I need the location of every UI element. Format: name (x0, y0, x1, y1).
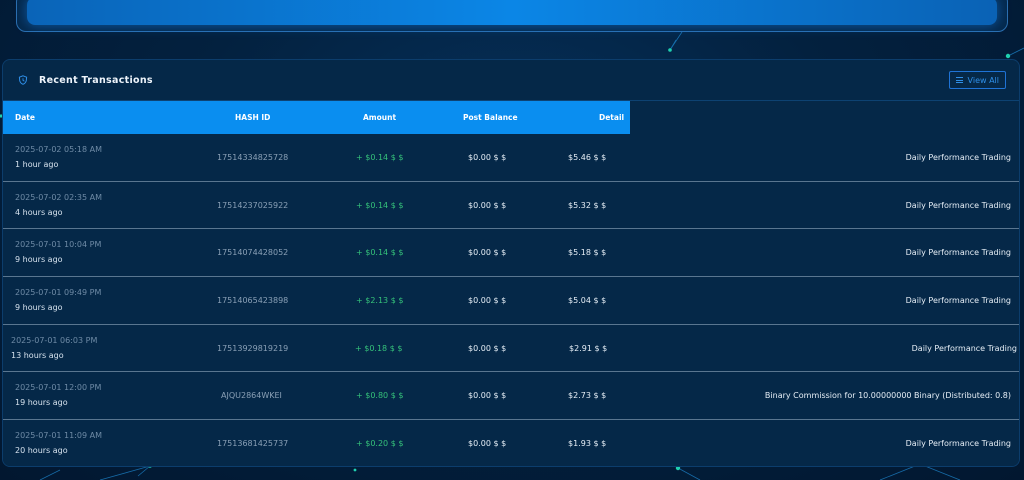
row-amount: + $0.80 $ $ (356, 391, 404, 401)
row-post-balance: $0.00 $ $ (468, 439, 507, 449)
row-date: 2025-07-02 02:35 AM (15, 192, 103, 202)
row-post-balance: $0.00 $ $ (468, 248, 507, 258)
row-detail: Binary Commission for 10.00000000 Binary… (764, 391, 1011, 401)
row-post-balance: $0.00 $ $ (468, 153, 507, 162)
page: Recent Transactions View All Date HASH I… (0, 0, 1024, 480)
row-detail: Daily Performance Trading (905, 153, 1011, 162)
row-ago: 1 hour ago (15, 160, 59, 169)
row-ago: 9 hours ago (15, 303, 63, 313)
view-all-label: View All (967, 75, 999, 85)
table-row: 2025-07-02 05:18 AM 1 hour ago 175143348… (3, 134, 1019, 182)
row-amount: + $0.14 $ $ (356, 248, 404, 258)
row-detail: Daily Performance Trading (905, 296, 1011, 306)
row-hash-id: 17513681425737 (217, 439, 289, 449)
row-post-balance: $0.00 $ $ (468, 391, 507, 401)
header-date: Date (15, 113, 35, 122)
top-banner-card (16, 0, 1008, 32)
table-row: 2025-07-01 11:09 AM 20 hours ago 1751368… (3, 420, 1019, 466)
row-hash-id: 17514237025922 (217, 200, 289, 210)
top-banner-gradient (27, 0, 997, 25)
row-hash-id: 17514074428052 (217, 248, 289, 258)
row-amount: + $0.14 $ $ (356, 200, 404, 210)
header-detail: Detail (599, 113, 625, 122)
row-ago: 9 hours ago (15, 255, 63, 265)
table-row: 2025-07-01 12:00 PM 19 hours ago AJQU286… (3, 372, 1019, 421)
row-ago: 4 hours ago (15, 207, 63, 217)
table-row: 2025-07-02 02:35 AM 4 hours ago 17514237… (3, 181, 1019, 230)
row-balance: $5.18 $ $ (568, 248, 607, 258)
table-row: 2025-07-01 06:03 PM 13 hours ago 1751392… (3, 324, 1019, 373)
recent-transactions-card: Recent Transactions View All Date HASH I… (2, 59, 1020, 467)
row-detail: Daily Performance Trading (905, 248, 1011, 258)
row-amount: + $0.18 $ $ (355, 343, 403, 353)
row-date: 2025-07-01 11:09 AM (15, 431, 103, 441)
table-row: 2025-07-01 09:49 PM 9 hours ago 17514065… (3, 277, 1019, 325)
header-amount: Amount (363, 113, 397, 122)
row-amount: + $2.13 $ $ (356, 296, 404, 306)
row-ago: 19 hours ago (15, 398, 68, 408)
row-detail: Daily Performance Trading (905, 200, 1011, 210)
row-detail: Daily Performance Trading (905, 439, 1011, 449)
row-date: 2025-07-02 05:18 AM (15, 145, 103, 154)
shield-clock-icon (17, 74, 29, 86)
card-title: Recent Transactions (39, 74, 153, 86)
row-balance: $5.46 $ $ (568, 153, 607, 162)
row-date: 2025-07-01 10:04 PM (15, 240, 102, 250)
header-post-balance: Post Balance (463, 113, 518, 122)
list-lines-icon (955, 77, 963, 83)
table-header: Date HASH ID Amount Post Balance Detail (3, 101, 630, 134)
row-balance: $5.32 $ $ (568, 200, 607, 210)
row-hash-id: 17514334825728 (217, 153, 289, 162)
row-hash-id: AJQU2864WKEI (221, 391, 282, 401)
row-amount: + $0.14 $ $ (356, 153, 404, 162)
row-hash-id: 17513929819219 (217, 343, 289, 353)
card-header: Recent Transactions View All (3, 60, 1019, 101)
row-hash-id: 17514065423898 (217, 296, 289, 306)
row-balance: $1.93 $ $ (568, 439, 607, 449)
row-balance: $2.91 $ $ (569, 343, 608, 353)
table-body: 2025-07-02 05:18 AM 1 hour ago 175143348… (3, 134, 1019, 466)
row-date: 2025-07-01 09:49 PM (15, 288, 102, 298)
row-post-balance: $0.00 $ $ (468, 343, 507, 353)
row-post-balance: $0.00 $ $ (468, 296, 507, 306)
row-date: 2025-07-01 12:00 PM (15, 383, 102, 393)
row-ago: 20 hours ago (15, 446, 68, 456)
row-balance: $5.04 $ $ (568, 296, 607, 306)
row-ago: 13 hours ago (11, 350, 64, 360)
view-all-button[interactable]: View All (948, 71, 1006, 89)
row-amount: + $0.20 $ $ (356, 439, 404, 449)
header-hash-id: HASH ID (235, 113, 271, 122)
row-balance: $2.73 $ $ (568, 391, 607, 401)
row-detail: Daily Performance Trading (911, 343, 1017, 353)
row-date: 2025-07-01 06:03 PM (11, 335, 98, 345)
table-row: 2025-07-01 10:04 PM 9 hours ago 17514074… (3, 229, 1019, 278)
row-post-balance: $0.00 $ $ (468, 200, 507, 210)
